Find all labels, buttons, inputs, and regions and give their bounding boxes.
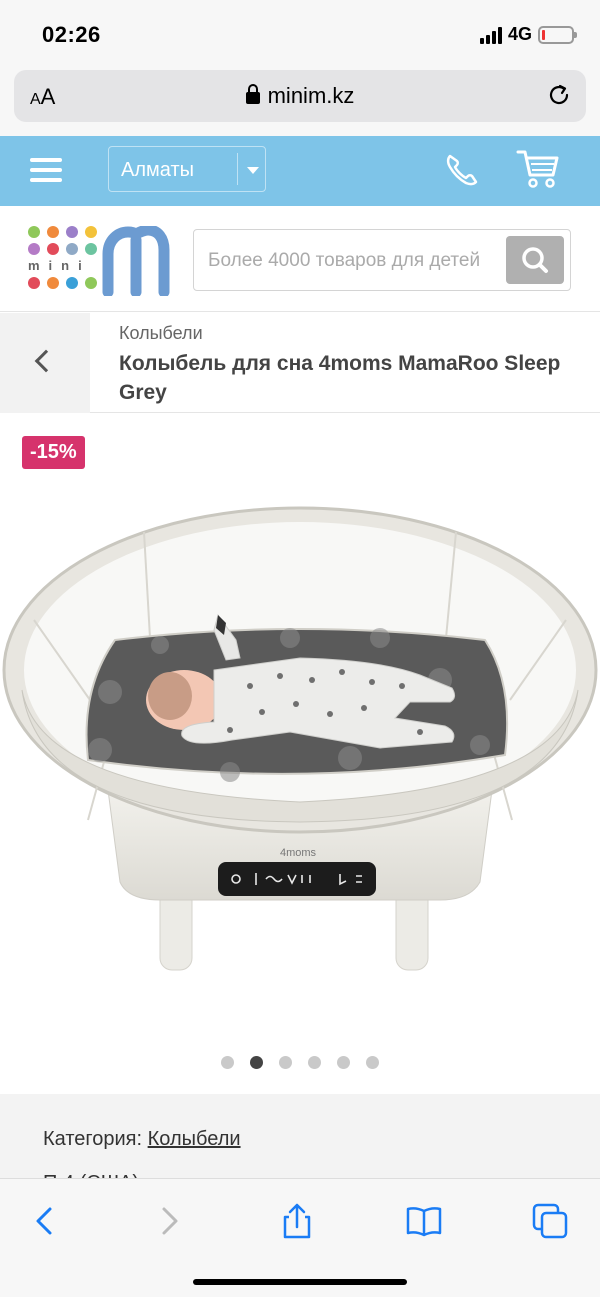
logo-dot bbox=[66, 243, 78, 255]
site-header: Алматы bbox=[0, 136, 600, 206]
gallery-dot[interactable] bbox=[308, 1056, 321, 1069]
signal-icon bbox=[479, 26, 502, 44]
back-arrow-icon[interactable] bbox=[24, 1201, 64, 1241]
city-divider bbox=[237, 153, 238, 185]
address-bar[interactable]: AA minim.kz bbox=[14, 70, 586, 122]
status-indicators: 4G bbox=[479, 24, 577, 45]
home-indicator bbox=[193, 1279, 407, 1285]
browser-address-area: AA minim.kz bbox=[0, 64, 600, 136]
lock-icon bbox=[245, 84, 260, 104]
logo-dot bbox=[85, 277, 97, 289]
gallery-dot[interactable] bbox=[221, 1056, 234, 1069]
chevron-down-icon bbox=[247, 167, 259, 174]
search-box[interactable]: Более 4000 товаров для детей bbox=[193, 229, 571, 291]
device-brand-label: 4moms bbox=[280, 847, 317, 859]
logo-dot bbox=[47, 277, 59, 289]
network-type: 4G bbox=[507, 24, 532, 44]
discount-badge: -15% bbox=[22, 436, 85, 469]
forward-arrow-icon[interactable] bbox=[150, 1201, 190, 1241]
search-button[interactable] bbox=[506, 236, 564, 284]
gallery-pagination bbox=[0, 1056, 600, 1069]
reload-icon[interactable] bbox=[546, 82, 572, 108]
logo-search-row: mini Более 4000 товаров для детей bbox=[0, 206, 600, 312]
chevron-left-icon bbox=[34, 349, 58, 373]
search-icon bbox=[522, 247, 548, 273]
logo-dot bbox=[28, 226, 40, 238]
bookmarks-icon[interactable] bbox=[404, 1201, 444, 1241]
logo-dot bbox=[85, 226, 97, 238]
gallery-dot[interactable] bbox=[366, 1056, 379, 1069]
page-title: Колыбель для сна 4moms MamaRoo Sleep Gre… bbox=[119, 352, 561, 404]
breadcrumb-category[interactable]: Колыбели bbox=[119, 323, 203, 344]
logo-dot bbox=[47, 243, 59, 255]
menu-icon[interactable] bbox=[30, 158, 62, 182]
logo-dot bbox=[66, 277, 78, 289]
logo-dot bbox=[28, 243, 40, 255]
url-text: minim.kz bbox=[267, 83, 355, 108]
logo-m-icon[interactable] bbox=[102, 226, 170, 296]
status-time: 02:26 bbox=[42, 22, 101, 47]
gallery-dot[interactable] bbox=[250, 1056, 263, 1069]
logo-text: mini bbox=[28, 258, 91, 273]
logo-dot bbox=[85, 243, 97, 255]
gallery-dot[interactable] bbox=[337, 1056, 350, 1069]
category-row: Категория: Колыбели bbox=[43, 1128, 241, 1151]
category-link[interactable]: Колыбели bbox=[148, 1128, 241, 1150]
logo-dot bbox=[28, 277, 40, 289]
tabs-icon[interactable] bbox=[530, 1201, 570, 1241]
back-button[interactable] bbox=[0, 313, 90, 413]
breadcrumb: Колыбели Колыбель для сна 4moms MamaRoo … bbox=[0, 313, 600, 413]
category-label: Категория: bbox=[43, 1128, 143, 1150]
battery-icon bbox=[538, 25, 577, 44]
gallery-dot[interactable] bbox=[279, 1056, 292, 1069]
cart-icon[interactable] bbox=[516, 148, 560, 190]
url-display[interactable]: minim.kz bbox=[14, 83, 586, 109]
logo-dot bbox=[47, 226, 59, 238]
city-select[interactable]: Алматы bbox=[108, 146, 266, 192]
product-image[interactable]: 4moms bbox=[0, 490, 600, 1010]
browser-toolbar bbox=[0, 1178, 600, 1297]
city-label: Алматы bbox=[121, 159, 194, 181]
logo-dot bbox=[66, 226, 78, 238]
phone-icon[interactable] bbox=[442, 150, 482, 190]
status-bar: 02:26 4G bbox=[0, 0, 600, 64]
share-icon[interactable] bbox=[277, 1201, 317, 1241]
search-input[interactable]: Более 4000 товаров для детей bbox=[208, 250, 480, 272]
